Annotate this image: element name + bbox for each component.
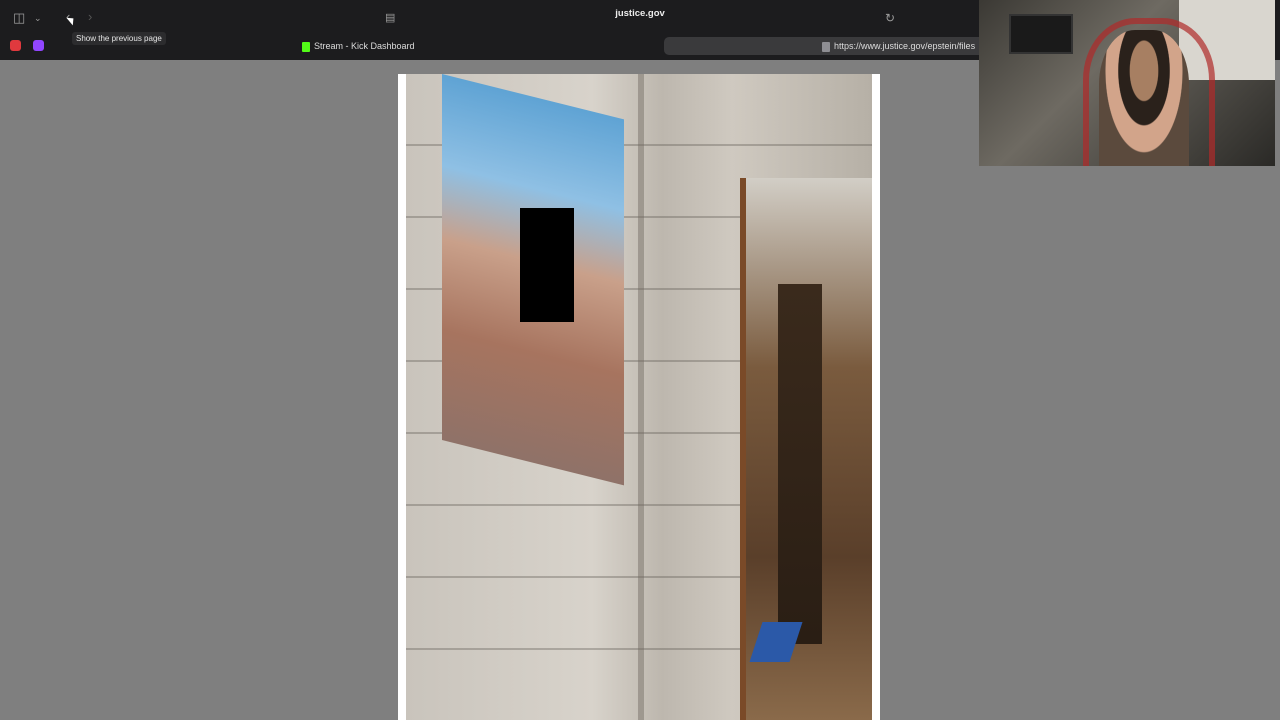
wall-corner [638,74,644,720]
tab-justice-files[interactable]: https://www.justice.gov/epstein/files [822,38,980,54]
webcam-monitor [1009,14,1073,54]
pinned-tab-icon[interactable] [10,40,21,51]
tab-label: https://www.justice.gov/epstein/files [834,41,976,51]
inner-doorway [778,284,822,644]
document-page [398,74,880,720]
webcam-overlay [979,0,1275,166]
back-tooltip: Show the previous page [72,32,166,45]
redaction-box [520,208,574,322]
document-photo [406,74,872,720]
twitch-pinned-tab-icon[interactable] [33,40,44,51]
tab-label: Stream - Kick Dashboard [314,41,415,51]
kick-icon [302,41,310,52]
tab-kick-dashboard[interactable]: Stream - Kick Dashboard [302,38,415,54]
page-icon [822,41,830,52]
reload-icon[interactable]: ↻ [885,11,895,25]
streamer [1099,30,1189,166]
